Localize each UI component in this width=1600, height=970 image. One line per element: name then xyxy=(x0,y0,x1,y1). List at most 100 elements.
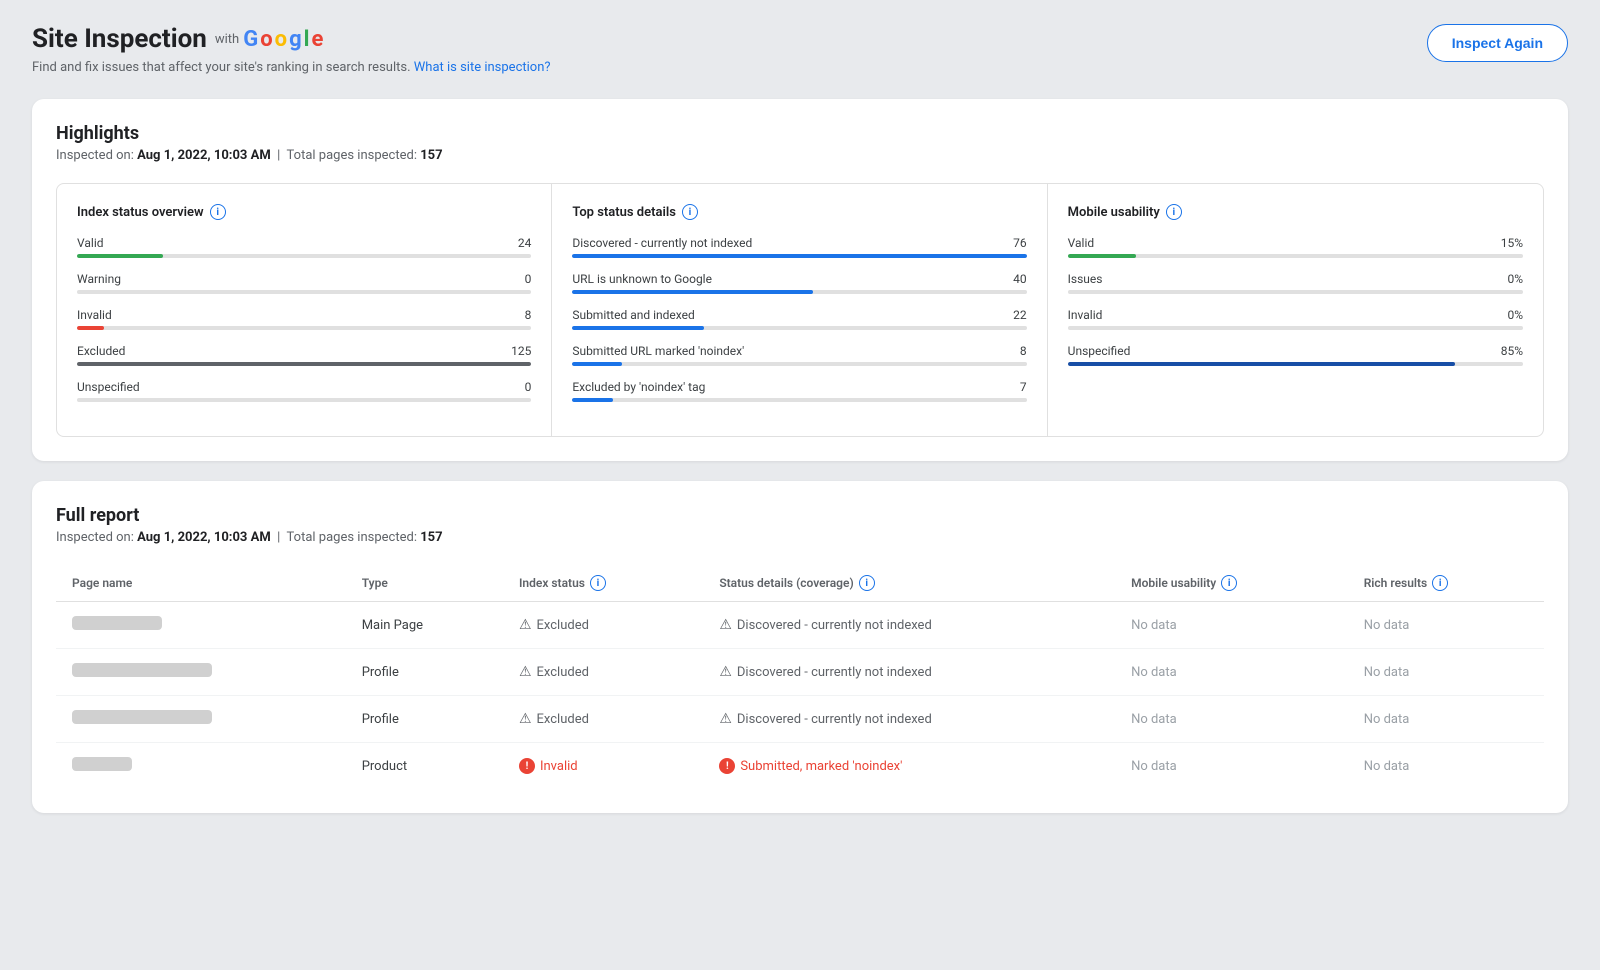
top-unknown-label: URL is unknown to Google xyxy=(572,272,712,286)
report-meta-label-date: Inspected on: xyxy=(56,530,134,545)
col-header-status-details: Status details (coverage) i xyxy=(703,565,1115,602)
top-discovered-label: Discovered - currently not indexed xyxy=(572,236,752,250)
index-warning-track xyxy=(77,290,531,294)
col-rich-results-info-icon[interactable]: i xyxy=(1432,575,1448,591)
col-header-index-status: Index status i xyxy=(503,565,703,602)
header-subtitle: Find and fix issues that affect your sit… xyxy=(32,60,551,75)
mobile-valid-fill xyxy=(1068,254,1136,258)
with-text: with xyxy=(215,32,239,47)
top-discovered-row: Discovered - currently not indexed 76 xyxy=(572,236,1026,258)
index-unspecified-track xyxy=(77,398,531,402)
mobile-usability-title: Mobile usability i xyxy=(1068,204,1523,220)
header-title-row: Site Inspection with Google xyxy=(32,24,551,54)
mobile-valid-track xyxy=(1068,254,1523,258)
mobile-unspecified-fill xyxy=(1068,362,1455,366)
index-status-text: Invalid xyxy=(540,759,578,774)
warning-triangle-icon: ⚠ xyxy=(519,711,532,727)
col-index-status-label: Index status xyxy=(519,576,585,590)
table-row[interactable]: Main Page⚠Excluded⚠Discovered - currentl… xyxy=(56,602,1544,649)
top-unknown-value: 40 xyxy=(997,272,1027,286)
col-status-details-label: Status details (coverage) xyxy=(719,576,853,590)
mobile-valid-label: Valid xyxy=(1068,236,1095,250)
mobile-valid-row: Valid 15% xyxy=(1068,236,1523,258)
status-detail-text: Discovered - currently not indexed xyxy=(737,712,932,727)
table-cell-type: Profile xyxy=(346,649,503,696)
status-detail-text: Discovered - currently not indexed xyxy=(737,618,932,633)
mobile-invalid-label: Invalid xyxy=(1068,308,1103,322)
col-index-status-info-icon[interactable]: i xyxy=(590,575,606,591)
index-warning-value: 0 xyxy=(501,272,531,286)
index-excluded-value: 125 xyxy=(501,344,531,358)
top-noindex-url-label: Submitted URL marked 'noindex' xyxy=(572,344,744,358)
index-invalid-track xyxy=(77,326,531,330)
index-excluded-label: Excluded xyxy=(77,344,125,358)
col-header-page-name: Page name xyxy=(56,565,346,602)
index-status-text: Excluded xyxy=(537,712,589,727)
top-excluded-noindex-label: Excluded by 'noindex' tag xyxy=(572,380,705,394)
mobile-issues-track xyxy=(1068,290,1523,294)
index-invalid-row: Invalid 8 xyxy=(77,308,531,330)
table-cell-type: Main Page xyxy=(346,602,503,649)
table-cell-type: Profile xyxy=(346,696,503,743)
table-row[interactable]: Profile ⚠ Excluded ⚠Discovered - currently … xyxy=(56,696,1544,743)
top-submitted-row: Submitted and indexed 22 xyxy=(572,308,1026,330)
table-cell-rich-results: No data xyxy=(1348,743,1544,790)
index-excluded-track xyxy=(77,362,531,366)
inspect-again-button[interactable]: Inspect Again xyxy=(1427,24,1568,62)
status-detail-text: Submitted, marked 'noindex' xyxy=(740,759,902,774)
table-cell-page-name xyxy=(56,602,346,649)
top-unknown-fill xyxy=(572,290,813,294)
table-cell-rich-results: No data xyxy=(1348,696,1544,743)
top-status-info-icon[interactable]: i xyxy=(682,204,698,220)
top-excluded-noindex-fill xyxy=(572,398,613,402)
table-cell-status-details: ⚠Discovered - currently not indexed xyxy=(703,696,1115,743)
mobile-issues-label: Issues xyxy=(1068,272,1103,286)
table-cell-rich-results: No data xyxy=(1348,649,1544,696)
top-status-title: Top status details i xyxy=(572,204,1026,220)
index-unspecified-value: 0 xyxy=(501,380,531,394)
table-row[interactable]: Product!Invalid!Submitted, marked 'noind… xyxy=(56,743,1544,790)
mobile-unspecified-track xyxy=(1068,362,1523,366)
table-cell-page-name xyxy=(56,649,346,696)
blurred-page-name xyxy=(72,663,212,677)
table-cell-type: Product xyxy=(346,743,503,790)
mobile-invalid-value: 0% xyxy=(1493,308,1523,322)
col-header-type: Type xyxy=(346,565,503,602)
report-meta-label-pages: Total pages inspected: xyxy=(287,530,417,545)
report-date: Aug 1, 2022, 10:03 AM xyxy=(137,530,271,545)
table-row[interactable]: Profile⚠Excluded⚠Discovered - currently … xyxy=(56,649,1544,696)
col-status-details-info-icon[interactable]: i xyxy=(859,575,875,591)
top-noindex-url-value: 8 xyxy=(997,344,1027,358)
site-inspection-link[interactable]: What is site inspection? xyxy=(414,60,551,75)
col-type-label: Type xyxy=(362,576,388,590)
table-cell-index-status: ⚠ Excluded xyxy=(503,696,703,743)
highlights-date: Aug 1, 2022, 10:03 AM xyxy=(137,148,271,163)
mobile-usability-label: Mobile usability xyxy=(1068,205,1160,220)
top-unknown-row: URL is unknown to Google 40 xyxy=(572,272,1026,294)
warning-triangle-icon: ⚠ xyxy=(519,664,532,680)
index-status-title: Index status overview i xyxy=(77,204,531,220)
index-status-label: Index status overview xyxy=(77,205,204,220)
index-status-info-icon[interactable]: i xyxy=(210,204,226,220)
index-unspecified-row: Unspecified 0 xyxy=(77,380,531,402)
google-g-red2: e xyxy=(311,27,323,52)
table-cell-mobile-usability: No data xyxy=(1115,696,1348,743)
warning-triangle-detail-icon: ⚠ xyxy=(719,664,732,680)
table-cell-mobile-usability: No data xyxy=(1115,649,1348,696)
mobile-issues-row: Issues 0% xyxy=(1068,272,1523,294)
col-page-name-label: Page name xyxy=(72,576,132,590)
mobile-usability-info-icon[interactable]: i xyxy=(1166,204,1182,220)
google-g-yellow: o xyxy=(275,27,287,52)
blurred-page-name xyxy=(72,757,132,771)
report-table: Page name Type Index status i Status det… xyxy=(56,565,1544,789)
top-discovered-value: 76 xyxy=(997,236,1027,250)
index-invalid-value: 8 xyxy=(501,308,531,322)
col-mobile-label: Mobile usability xyxy=(1131,576,1216,590)
table-cell-status-details: !Submitted, marked 'noindex' xyxy=(703,743,1115,790)
subtitle-text: Find and fix issues that affect your sit… xyxy=(32,60,411,75)
col-mobile-info-icon[interactable]: i xyxy=(1221,575,1237,591)
meta-label-pages: Total pages inspected: xyxy=(287,148,417,163)
mobile-unspecified-row: Unspecified 85% xyxy=(1068,344,1523,366)
google-g-red: o xyxy=(260,27,272,52)
table-cell-page-name xyxy=(56,696,346,743)
